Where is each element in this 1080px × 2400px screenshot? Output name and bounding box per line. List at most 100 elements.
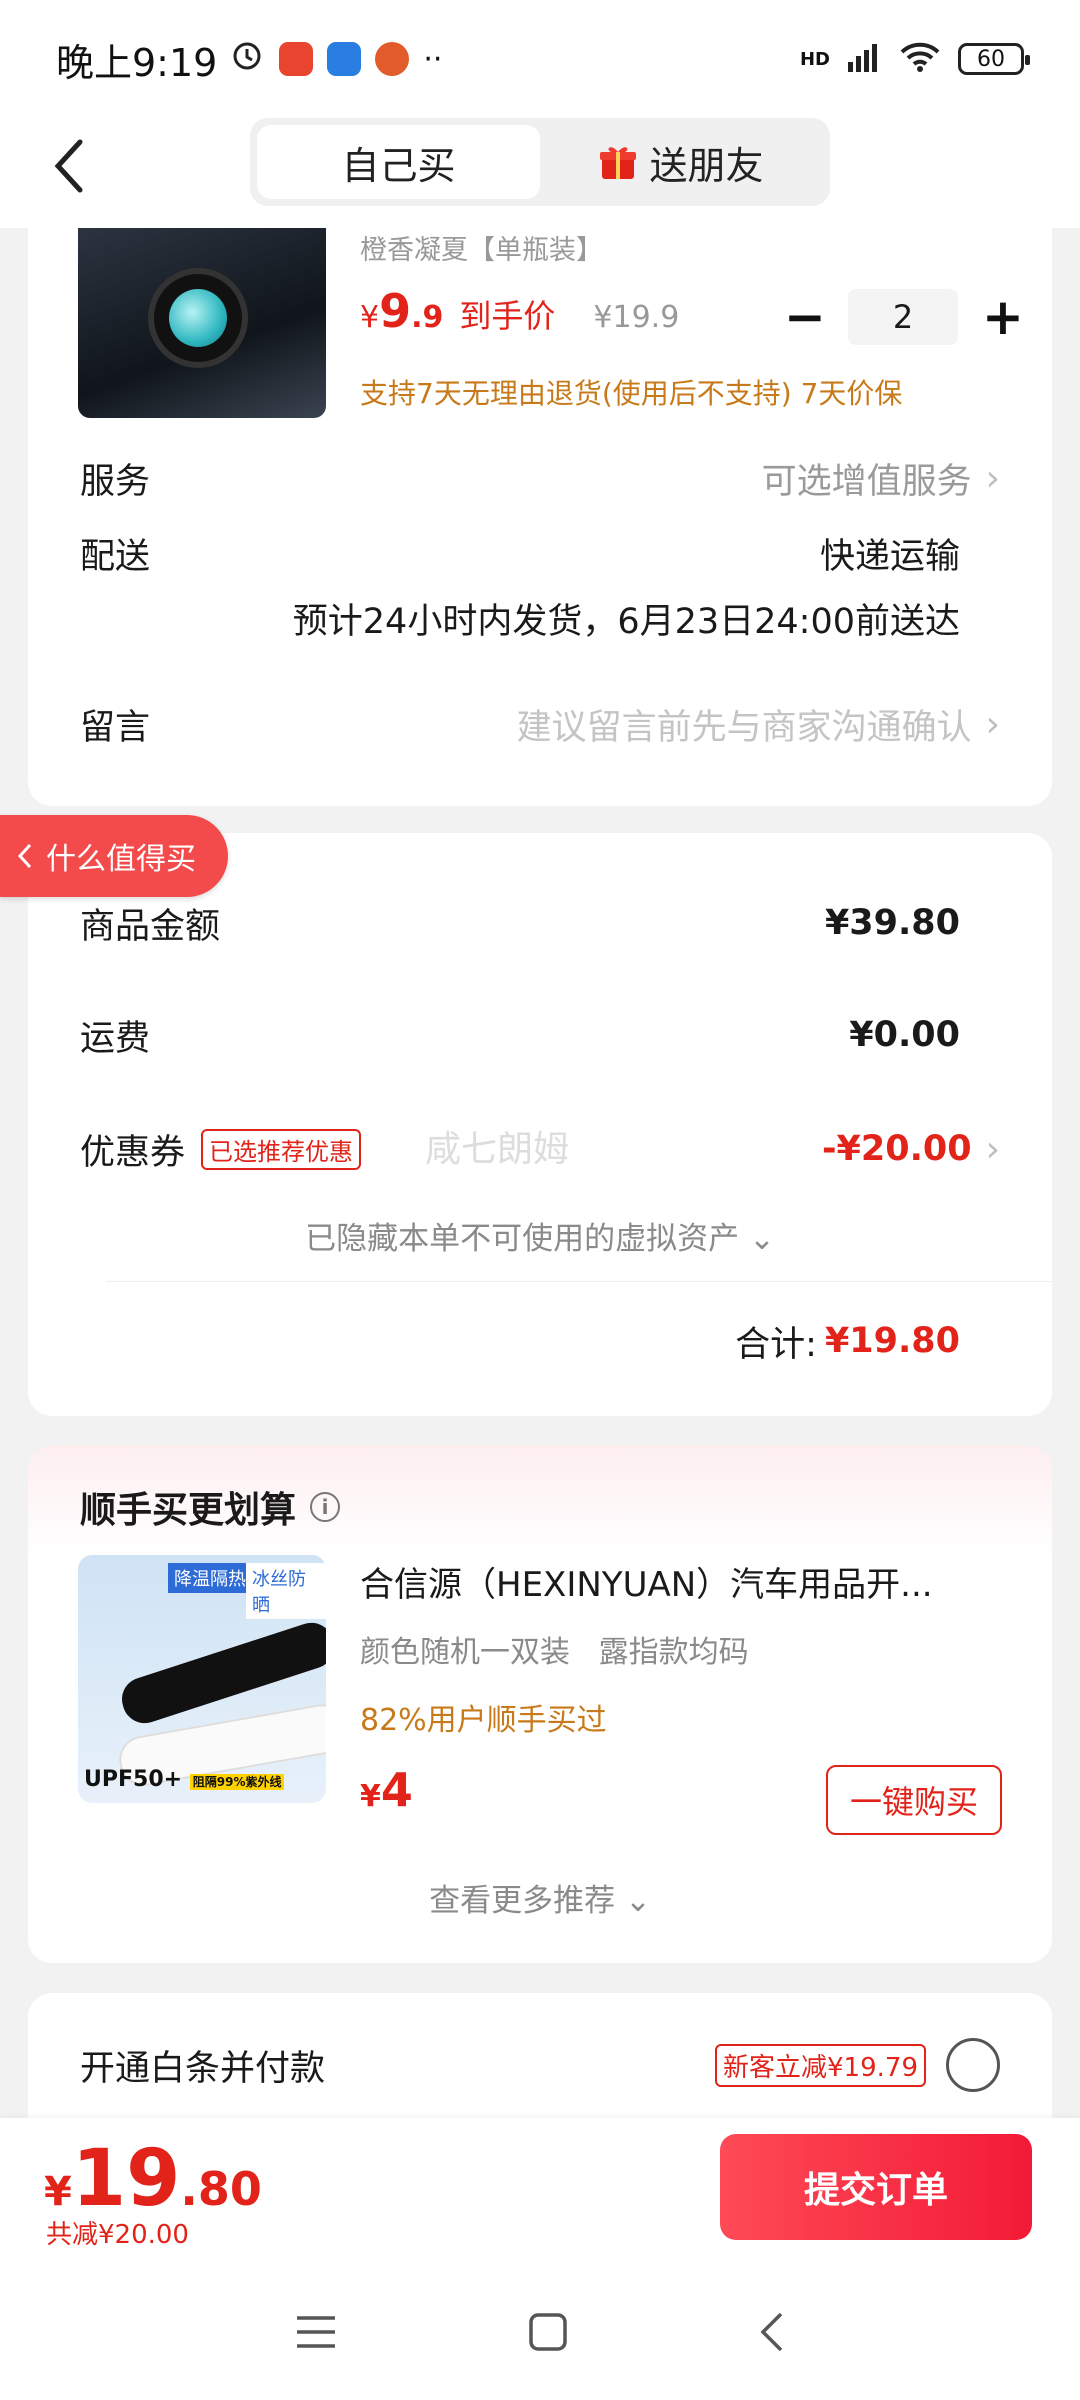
recommend-header: 顺手买更划算 i [80,1481,341,1533]
status-time: 晚上9:19 [56,40,218,85]
submit-order-button[interactable]: 提交订单 [720,2134,1032,2240]
app-notification-icon [375,42,410,76]
price-label: 到手价 [459,297,556,335]
price-currency: ¥ [360,1779,381,1814]
delivery-method: 快递运输 [819,537,960,577]
app-notification-icon [327,42,362,76]
quantity-field[interactable]: 2 [848,289,958,345]
chevron-right-icon: › [985,703,1000,745]
upf-text: UPF50+ [84,1767,183,1792]
message-placeholder: 建议留言前先与商家沟通确认 [516,707,972,748]
goods-amount-row: 商品金额 ¥39.80 [80,893,1000,953]
image-tag: 冰丝防晒 [246,1563,326,1619]
more-recommendations-toggle[interactable]: 查看更多推荐 ⌄ [28,1875,1052,1920]
gift-icon [600,147,637,179]
image-tag: 降温隔热 [168,1563,252,1593]
checkout-bar: ¥19.80 共减¥20.00 提交订单 [0,2118,1080,2268]
increase-button[interactable]: + [982,288,1024,346]
pay-currency: ¥ [44,2169,72,2215]
tab-buy-for-self[interactable]: 自己买 [257,125,540,199]
delivery-row[interactable]: 配送 快递运输 预计24小时内发货，6月23日24:00前送达 [80,528,1000,642]
chevron-left-icon [17,843,32,869]
air-freshener-picture [148,268,248,368]
upf-label: UPF50+ 阻隔99%紫外线 [84,1767,285,1792]
price-currency: ¥ [360,300,380,335]
coupon-label: 优惠券 [80,1132,186,1173]
pay-amount: ¥19.80 [44,2134,262,2224]
chevron-down-icon: ⌄ [624,1883,651,1919]
service-value: 可选增值服务 [761,461,972,502]
info-icon[interactable]: i [310,1492,341,1522]
service-label: 服务 [80,461,151,502]
recommend-product-spec: 颜色随机一双装 露指款均码 [360,1635,749,1670]
message-row[interactable]: 留言 建议留言前先与商家沟通确认 › [80,694,1000,754]
total-label: 合计: [735,1324,817,1365]
price-value: 4 [380,1763,413,1817]
pay-integer: 19 [71,2134,181,2224]
more-recommendations-text: 查看更多推荐 [429,1883,616,1919]
app-notification-icon [279,42,314,76]
one-click-buy-button[interactable]: 一键购买 [825,1765,1002,1835]
product-variant: 橙香凝夏【单瓶装】 [360,235,603,266]
goods-amount-value: ¥39.80 [824,903,960,943]
baitiao-row[interactable]: 开通白条并付款 新客立减¥19.79 [80,2035,1000,2095]
total-saved: 共减¥20.00 [46,2220,189,2250]
recommend-price: ¥ 4 [360,1763,413,1817]
recommend-title: 顺手买更划算 [80,1490,297,1531]
quantity-stepper: − 2 + [784,288,1024,346]
tab-gift-to-friend[interactable]: 送朋友 [540,125,823,199]
chevron-down-icon: ⌄ [748,1221,775,1257]
product-image[interactable] [78,228,326,418]
hd-icon: HD [799,48,830,70]
purchase-mode-toggle: 自己买 送朋友 [250,118,830,206]
price-integer: 9 [379,284,412,338]
total-row: 合计: ¥19.80 [80,1311,1000,1371]
coupon-value: -¥20.00 [822,1129,972,1169]
recommend-product-image[interactable]: 降温隔热 冰丝防晒 UPF50+ 阻隔99%紫外线 [78,1555,326,1803]
goods-amount-label: 商品金额 [80,906,221,947]
back-icon[interactable] [759,2311,785,2357]
more-notifications-icon: ·· [423,41,443,77]
service-row[interactable]: 服务 可选增值服务 › [80,448,1000,508]
shipping-value: ¥0.00 [849,1015,960,1055]
divider [106,1281,1052,1282]
recommend-card: 顺手买更划算 i 降温隔热 冰丝防晒 UPF50+ 阻隔99%紫外线 合信源（H… [28,1445,1052,1963]
total-value: ¥19.80 [824,1321,960,1361]
delivery-label: 配送 [80,537,151,577]
baitiao-radio[interactable] [946,2038,1000,2092]
pay-decimal: .80 [180,2162,262,2216]
menu-icon[interactable] [295,2314,337,2354]
status-bar: 晚上9:19 ·· HD 60 [0,0,1080,118]
notification-icons: ·· [229,37,442,82]
chevron-right-icon: › [985,1128,1000,1170]
watermark: 咸七朗姆 [425,1129,570,1170]
hidden-assets-toggle[interactable]: 已隐藏本单不可使用的虚拟资产 ⌄ [28,1213,1052,1258]
recommend-stat: 82%用户顺手买过 [360,1703,607,1738]
new-user-discount-badge: 新客立减¥19.79 [715,2043,926,2087]
delivery-eta: 预计24小时内发货，6月23日24:00前送达 [292,602,960,642]
recommend-product-name[interactable]: 合信源（HEXINYUAN）汽车用品开... [360,1557,1020,1606]
return-policy: 支持7天无理由退货(使用后不支持) 7天价保 [360,377,903,410]
decrease-button[interactable]: − [784,288,826,346]
coupon-badge: 已选推荐优惠 [201,1128,362,1170]
smzdm-floating-tag[interactable]: 什么值得买 [0,815,228,897]
order-item-card: 橙香凝夏【单瓶装】 ¥ 9 .9 到手价 ¥19.9 − 2 + 支持7天无理由… [28,228,1052,806]
home-icon[interactable] [528,2312,568,2356]
back-button[interactable] [50,136,110,206]
product-price: ¥ 9 .9 到手价 ¥19.9 [360,284,679,338]
price-decimal: .9 [411,300,444,335]
upf-note: 阻隔99%紫外线 [189,1774,285,1790]
tab-gift-label: 送朋友 [649,143,764,188]
shipping-row: 运费 ¥0.00 [80,1005,1000,1065]
baitiao-label: 开通白条并付款 [80,2048,326,2089]
hidden-assets-text: 已隐藏本单不可使用的虚拟资产 [305,1221,740,1257]
floating-tag-label: 什么值得买 [46,842,196,877]
signal-icon [848,37,882,81]
shipping-label: 运费 [80,1018,151,1059]
wifi-icon [900,37,940,81]
message-label: 留言 [80,707,151,748]
battery-icon: 60 [958,43,1030,75]
top-nav: 自己买 送朋友 [0,118,1080,228]
chevron-left-icon [54,139,83,193]
chevron-right-icon: › [985,457,1000,499]
